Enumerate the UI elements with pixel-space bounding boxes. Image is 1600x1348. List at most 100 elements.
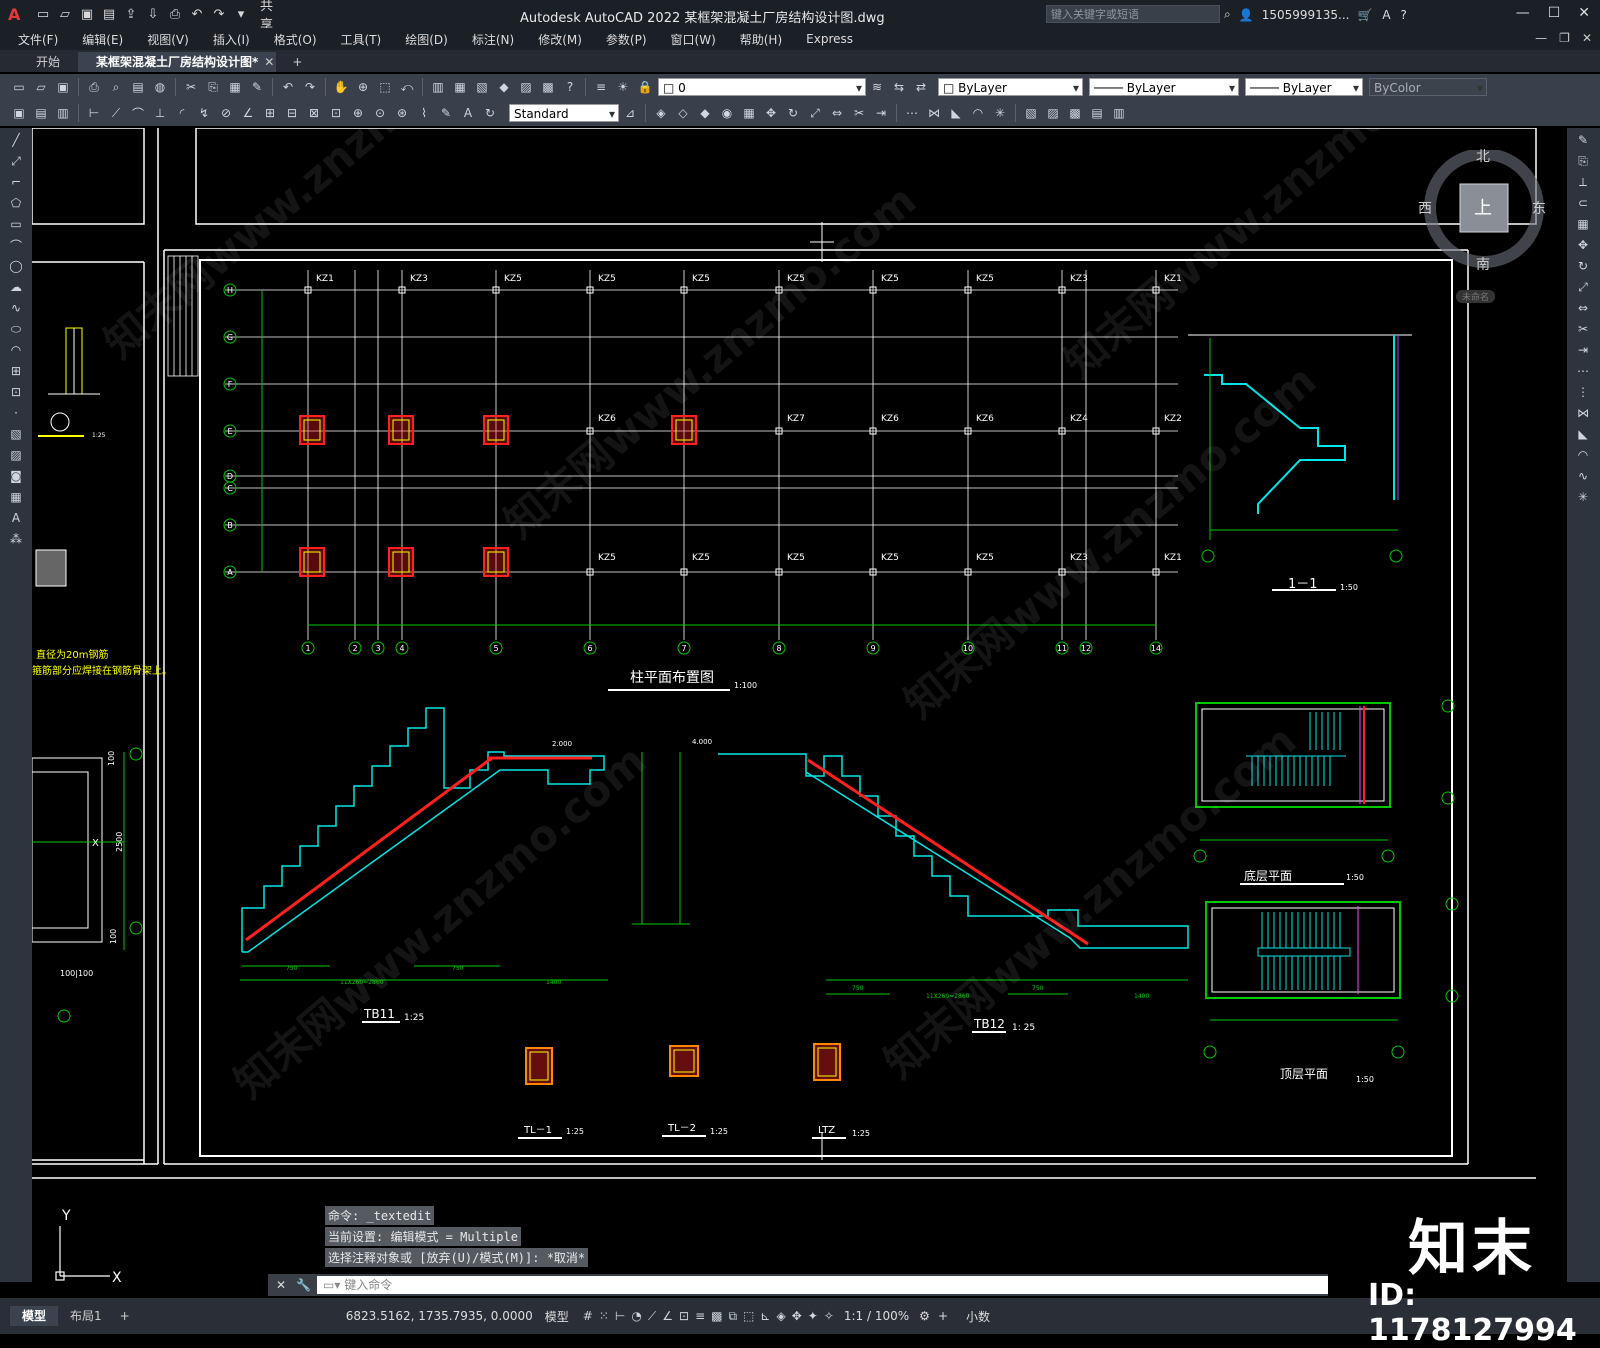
zoom-window-icon[interactable]: ⬚ xyxy=(376,78,394,96)
match-prop-icon[interactable]: ✎ xyxy=(248,78,266,96)
cut-icon[interactable]: ✂ xyxy=(182,78,200,96)
undo-icon[interactable]: ↶ xyxy=(279,78,297,96)
workspace-gear-icon[interactable]: ⚙ xyxy=(919,1309,930,1323)
ordinate-dim-icon[interactable]: ⊥ xyxy=(151,104,169,122)
save-as-icon[interactable]: ▤ xyxy=(100,6,118,22)
polyline-icon[interactable]: ⌐ xyxy=(6,173,26,191)
print-icon[interactable]: ⎙ xyxy=(166,6,184,22)
text-style-dropdown[interactable]: Standard xyxy=(509,104,619,123)
markup-icon[interactable]: ▨ xyxy=(517,78,535,96)
menu-file[interactable]: 文件(F) xyxy=(6,31,70,48)
snap-icon[interactable]: ⁙ xyxy=(599,1309,609,1324)
properties-icon[interactable]: ▥ xyxy=(429,78,447,96)
circle-icon[interactable]: ◯ xyxy=(6,257,26,275)
save-file-icon[interactable]: ▣ xyxy=(54,78,72,96)
annotation-monitor-icon[interactable]: + xyxy=(938,1309,948,1323)
break-tool-icon[interactable]: ⋮ xyxy=(1573,383,1593,401)
add-layout-button[interactable]: + xyxy=(114,1306,136,1326)
isodraft-icon[interactable]: ⟋ xyxy=(648,1309,656,1324)
gizmo-icon[interactable]: ✥ xyxy=(792,1309,802,1324)
revision-cloud-icon[interactable]: ☁ xyxy=(6,278,26,296)
cart-icon[interactable]: 🛒 xyxy=(1357,8,1372,22)
doc-minimize-icon[interactable]: — xyxy=(1535,31,1547,45)
lineweight-dropdown[interactable]: ──── ByLayer xyxy=(1245,78,1363,97)
menu-insert[interactable]: 插入(I) xyxy=(201,31,262,48)
lineweight-icon[interactable]: ≡ xyxy=(695,1309,705,1324)
tool-palettes-icon[interactable]: ▧ xyxy=(473,78,491,96)
layer-dropdown[interactable]: □ 0 xyxy=(658,78,866,97)
radius-dim-icon[interactable]: ◜ xyxy=(173,104,191,122)
menu-draw[interactable]: 绘图(D) xyxy=(393,31,460,48)
mirror-tool-icon[interactable]: ⟂ xyxy=(1573,173,1593,191)
explode-tool-icon[interactable]: ✳ xyxy=(1573,488,1593,506)
object-snap-icon[interactable]: ⊡ xyxy=(679,1309,689,1324)
search-input[interactable]: 键入关键字或短语 xyxy=(1046,5,1220,23)
bring-front-icon[interactable]: ▨ xyxy=(1044,104,1062,122)
region-icon[interactable]: ◙ xyxy=(6,467,26,485)
linear-dim-icon[interactable]: ⊢ xyxy=(85,104,103,122)
fillet-icon[interactable]: ◠ xyxy=(969,104,987,122)
ellipse-icon[interactable]: ⬭ xyxy=(6,320,26,338)
array-tool-icon[interactable]: ▦ xyxy=(1573,215,1593,233)
ortho-icon[interactable]: ⊢ xyxy=(615,1309,625,1324)
doc-close-icon[interactable]: ✕ xyxy=(1582,31,1592,45)
linetype-dropdown[interactable]: ──── ByLayer xyxy=(1089,78,1239,97)
sheet-set-icon[interactable]: ◆ xyxy=(495,78,513,96)
dim-space-icon[interactable]: ⊡ xyxy=(327,104,345,122)
menu-edit[interactable]: 编辑(E) xyxy=(70,31,135,48)
menu-tools[interactable]: 工具(T) xyxy=(329,31,394,48)
rotate-tool-icon[interactable]: ↻ xyxy=(1573,257,1593,275)
new-tab-button[interactable]: + xyxy=(282,52,312,72)
selection-filter-icon[interactable]: ◈ xyxy=(776,1309,785,1324)
scale-tool-icon[interactable]: ⤢ xyxy=(1573,278,1593,296)
undo-icon[interactable]: ↶ xyxy=(188,6,206,22)
layer-match-icon[interactable]: ⇄ xyxy=(912,78,930,96)
coordinate-readout[interactable]: 6823.5162, 1735.7935, 0.0000 xyxy=(346,1309,533,1323)
grid-icon[interactable]: # xyxy=(583,1309,593,1324)
units-selector[interactable]: 小数 xyxy=(966,1308,990,1325)
break-at-point-icon[interactable]: ⋯ xyxy=(1573,362,1593,380)
send-back-icon[interactable]: ▩ xyxy=(1066,104,1084,122)
aligned-dim-icon[interactable]: ⟋ xyxy=(107,104,125,122)
break-icon[interactable]: ⋯ xyxy=(903,104,921,122)
arc-length-icon[interactable]: ⌒ xyxy=(129,104,147,122)
move-icon[interactable]: ✥ xyxy=(762,104,780,122)
web-open-icon[interactable]: ⇪ xyxy=(122,6,140,22)
dim-edit-icon[interactable]: ✎ xyxy=(437,104,455,122)
publish-icon[interactable]: ▤ xyxy=(129,78,147,96)
plotstyle-dropdown[interactable]: ByColor xyxy=(1369,78,1487,97)
help-tool-icon[interactable]: ? xyxy=(561,78,579,96)
open-icon[interactable]: ▱ xyxy=(56,6,74,22)
calculator-icon[interactable]: ▩ xyxy=(539,78,557,96)
chamfer-icon[interactable]: ◣ xyxy=(947,104,965,122)
tolerance-icon[interactable]: ⊕ xyxy=(349,104,367,122)
new-file-icon[interactable]: ▭ xyxy=(10,78,28,96)
make-block-icon[interactable]: ▤ xyxy=(32,104,50,122)
quick-dim-icon[interactable]: ⊞ xyxy=(261,104,279,122)
join-tool-icon[interactable]: ⋈ xyxy=(1573,404,1593,422)
table-icon[interactable]: ▦ xyxy=(6,488,26,506)
layer-previous-icon[interactable]: ⇆ xyxy=(890,78,908,96)
dim-style-icon[interactable]: ⊿ xyxy=(621,104,639,122)
redo-icon[interactable]: ↷ xyxy=(210,6,228,22)
new-icon[interactable]: ▭ xyxy=(34,6,52,22)
chamfer-tool-icon[interactable]: ◣ xyxy=(1573,425,1593,443)
command-customize-icon[interactable]: 🔧 xyxy=(296,1278,311,1292)
menu-window[interactable]: 窗口(W) xyxy=(659,31,728,48)
add-selected-icon[interactable]: ⁂ xyxy=(6,530,26,548)
array-icon[interactable]: ▦ xyxy=(740,104,758,122)
selection-cycling-icon[interactable]: ⧉ xyxy=(728,1309,737,1324)
a360-icon[interactable]: Ａ xyxy=(1380,6,1392,23)
trim-icon[interactable]: ✂ xyxy=(850,104,868,122)
share-button[interactable]: 共享 xyxy=(260,0,278,33)
object-snap-tracking-icon[interactable]: ∠ xyxy=(662,1309,673,1324)
mirror-icon[interactable]: ◆ xyxy=(696,104,714,122)
blend-icon[interactable]: ∿ xyxy=(1573,467,1593,485)
search-icon[interactable]: ⌕ xyxy=(1224,7,1231,22)
erase-tool-icon[interactable]: ✎ xyxy=(1573,131,1593,149)
extend-tool-icon[interactable]: ⇥ xyxy=(1573,341,1593,359)
wcs-menu[interactable]: 未命名 xyxy=(1456,290,1496,303)
inspection-icon[interactable]: ⊛ xyxy=(393,104,411,122)
dim-update-icon[interactable]: ↻ xyxy=(481,104,499,122)
draworder-icon[interactable]: ▧ xyxy=(1022,104,1040,122)
